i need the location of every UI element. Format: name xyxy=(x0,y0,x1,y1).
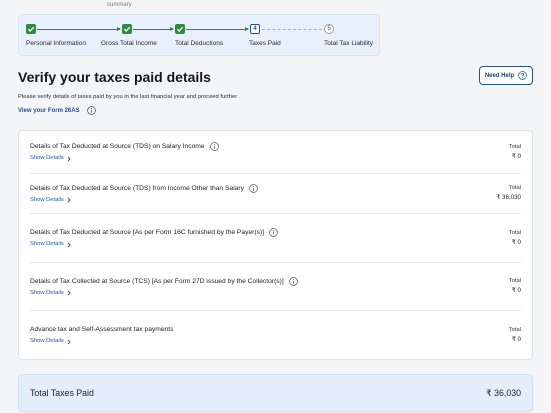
step-connector xyxy=(37,27,121,31)
chevron-right-icon xyxy=(67,339,71,344)
section-row-tcs-form-27d: Details of Tax Collected at Source (TCS)… xyxy=(30,263,521,311)
total-label: Total xyxy=(508,143,521,150)
section-title: Advance tax and Self-Assessment tax paym… xyxy=(30,326,174,333)
show-details-label: Show Details xyxy=(30,241,64,247)
help-icon xyxy=(518,71,527,80)
need-help-label: Need Help xyxy=(484,72,515,79)
total-label: Total xyxy=(508,185,521,191)
view-form-26as-link[interactable]: View your Form 26AS xyxy=(18,108,80,114)
form-26as-row: View your Form 26AS xyxy=(18,106,96,115)
total-taxes-paid-value: ₹ 36,030 xyxy=(486,387,521,398)
page-title: Verify your taxes paid details xyxy=(18,69,211,85)
show-details-link[interactable]: Show Details xyxy=(30,338,173,345)
page-subtitle: Please verify details of taxes paid by y… xyxy=(18,94,238,100)
check-icon xyxy=(122,24,132,34)
info-icon[interactable] xyxy=(249,183,258,193)
chevron-right-icon xyxy=(67,290,71,296)
total-taxes-paid-label: Total Taxes Paid xyxy=(30,388,94,398)
info-icon[interactable] xyxy=(288,276,298,286)
previous-section-caption: summary xyxy=(107,2,132,8)
step-label: Personal Information xyxy=(26,40,86,47)
step-number-badge: 5 xyxy=(324,24,334,34)
show-details-label: Show Details xyxy=(30,196,64,203)
section-title: Details of Tax Deducted at Source (TDS) … xyxy=(30,143,205,150)
check-icon xyxy=(26,24,36,34)
step-connector xyxy=(133,27,174,31)
info-icon[interactable] xyxy=(269,228,278,237)
show-details-label: Show Details xyxy=(30,289,64,296)
show-details-link[interactable]: Show Details xyxy=(30,155,219,162)
step-label: Total Tax Liability xyxy=(324,40,374,47)
total-value: ₹ 0 xyxy=(511,238,521,246)
total-label: Total xyxy=(508,278,521,284)
section-title: Details of Tax Deducted at Source [As pe… xyxy=(30,229,265,236)
section-row-tds-salary: Details of Tax Deducted at Source (TDS) … xyxy=(30,131,521,174)
show-details-label: Show Details xyxy=(30,155,64,161)
section-title: Details of Tax Collected at Source (TCS)… xyxy=(30,277,284,285)
total-label: Total xyxy=(508,326,521,333)
section-row-tds-other-income: Details of Tax Deducted at Source (TDS) … xyxy=(30,174,521,214)
progress-stepper: Personal Information Gross Total Income … xyxy=(18,14,380,56)
section-row-advance-self-assessment: Advance tax and Self-Assessment tax paym… xyxy=(30,311,521,359)
total-value: ₹ 0 xyxy=(511,335,521,343)
step-connector xyxy=(186,27,249,31)
info-icon[interactable] xyxy=(86,106,96,115)
total-value: ₹ 0 xyxy=(511,287,521,294)
step-label: Taxes Paid xyxy=(249,40,281,47)
total-taxes-paid-bar: Total Taxes Paid ₹ 36,030 xyxy=(18,374,533,412)
info-icon[interactable] xyxy=(209,142,219,151)
need-help-button[interactable]: Need Help xyxy=(479,66,533,85)
step-label: Total Deductions xyxy=(175,40,224,47)
step-connector-pending xyxy=(262,29,322,30)
chevron-right-icon xyxy=(67,156,71,161)
show-details-link[interactable]: Show Details xyxy=(30,241,278,248)
taxes-paid-card: Details of Tax Deducted at Source (TDS) … xyxy=(18,130,533,360)
total-value: ₹ 0 xyxy=(511,152,521,160)
total-label: Total xyxy=(508,229,521,236)
show-details-link[interactable]: Show Details xyxy=(30,197,258,204)
check-icon xyxy=(175,24,185,34)
step-label: Gross Total Income xyxy=(101,40,157,47)
chevron-right-icon xyxy=(67,197,71,203)
section-title: Details of Tax Deducted at Source (TDS) … xyxy=(30,184,244,192)
step-number-badge: 4 xyxy=(250,24,260,34)
show-details-label: Show Details xyxy=(30,338,64,344)
chevron-right-icon xyxy=(67,242,71,247)
show-details-link[interactable]: Show Details xyxy=(30,290,298,297)
section-row-tds-form-16c: Details of Tax Deducted at Source [As pe… xyxy=(30,214,521,263)
total-value: ₹ 36,030 xyxy=(496,194,521,201)
